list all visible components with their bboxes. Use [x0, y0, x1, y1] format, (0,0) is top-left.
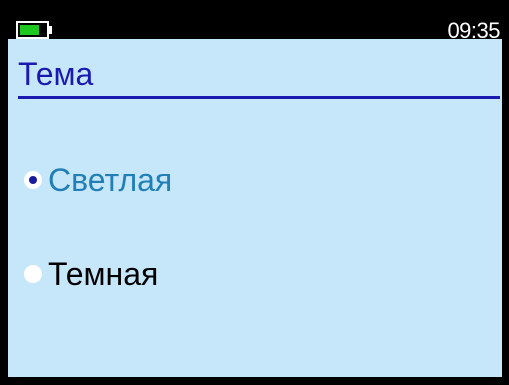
radio-unselected-icon[interactable] [22, 263, 44, 285]
battery-icon [16, 21, 54, 39]
radio-selected-icon[interactable] [22, 169, 44, 191]
page-title: Тема [18, 56, 94, 92]
theme-option-dark-label: Темная [48, 256, 159, 292]
title-divider [18, 96, 500, 99]
status-bar: 09:35 [8, 8, 502, 43]
theme-option-light[interactable]: Светлая [22, 160, 172, 200]
status-time: 09:35 [447, 18, 500, 43]
device-screen: 09:35 Тема Светлая Темная [0, 0, 509, 385]
theme-option-light-label: Светлая [48, 162, 173, 198]
theme-option-dark[interactable]: Темная [22, 254, 158, 294]
